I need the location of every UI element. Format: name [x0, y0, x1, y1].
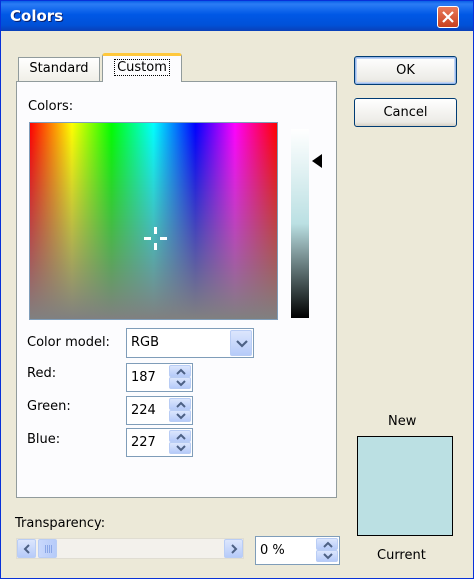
red-input[interactable]: 187	[126, 363, 193, 392]
ok-button[interactable]: OK	[354, 56, 457, 85]
chevron-up-icon	[176, 368, 186, 375]
blue-up-button[interactable]	[169, 430, 191, 442]
green-down-button[interactable]	[169, 410, 191, 422]
transparency-input[interactable]: 0 %	[255, 536, 340, 565]
title-bar: Colors	[1, 1, 473, 31]
luminance-slider[interactable]	[291, 129, 309, 318]
color-model-label: Color model:	[27, 335, 110, 350]
blue-down-button[interactable]	[169, 442, 191, 454]
chevron-down-icon	[176, 413, 186, 420]
green-value: 224	[131, 403, 156, 418]
red-label: Red:	[27, 366, 57, 381]
chevron-up-icon	[176, 401, 186, 408]
chevron-down-icon	[323, 553, 333, 560]
red-value: 187	[131, 370, 156, 385]
tab-standard-label: Standard	[29, 61, 89, 76]
tab-custom-label: Custom	[114, 59, 170, 76]
dropdown-button[interactable]	[230, 330, 252, 356]
chevron-up-icon	[323, 541, 333, 548]
scroll-right-button[interactable]	[224, 539, 243, 558]
transparency-value: 0 %	[260, 543, 285, 558]
transparency-up-button[interactable]	[316, 538, 338, 550]
transparency-slider[interactable]	[16, 538, 244, 559]
new-label: New	[388, 414, 417, 429]
blue-label: Blue:	[27, 432, 61, 447]
current-color-swatch	[357, 486, 453, 536]
close-button[interactable]	[437, 6, 459, 28]
colors-label: Colors:	[28, 99, 74, 114]
color-spectrum[interactable]	[29, 122, 278, 320]
blue-input[interactable]: 227	[126, 428, 193, 457]
transparency-label: Transparency:	[15, 516, 106, 531]
color-model-dropdown[interactable]: RGB	[126, 328, 254, 358]
red-spinner[interactable]	[169, 365, 191, 390]
chevron-down-icon	[236, 340, 248, 348]
blue-spinner[interactable]	[169, 430, 191, 455]
chevron-right-icon	[231, 544, 238, 554]
chevron-left-icon	[23, 544, 30, 554]
green-spinner[interactable]	[169, 398, 191, 423]
tab-custom[interactable]: Custom	[102, 53, 182, 82]
blue-value: 227	[131, 435, 156, 450]
close-icon	[442, 11, 454, 23]
chevron-down-icon	[176, 445, 186, 452]
green-input[interactable]: 224	[126, 396, 193, 425]
tab-standard[interactable]: Standard	[18, 57, 100, 81]
colors-dialog: Colors Standard Custom Colors: Color mod…	[0, 0, 474, 579]
transparency-spinner[interactable]	[316, 538, 338, 563]
arrow-icon[interactable]	[312, 154, 322, 168]
chevron-up-icon	[176, 433, 186, 440]
chevron-down-icon	[176, 380, 186, 387]
green-label: Green:	[27, 399, 71, 414]
scroll-left-button[interactable]	[17, 539, 36, 558]
crosshair-icon	[144, 227, 167, 250]
transparency-down-button[interactable]	[316, 550, 338, 562]
cancel-button[interactable]: Cancel	[354, 98, 457, 127]
current-label: Current	[377, 548, 426, 563]
red-up-button[interactable]	[169, 365, 191, 377]
green-up-button[interactable]	[169, 398, 191, 410]
color-model-value: RGB	[131, 335, 160, 350]
red-down-button[interactable]	[169, 377, 191, 389]
window-title: Colors	[10, 7, 64, 25]
slider-thumb[interactable]	[38, 539, 57, 558]
new-color-swatch	[357, 436, 453, 486]
